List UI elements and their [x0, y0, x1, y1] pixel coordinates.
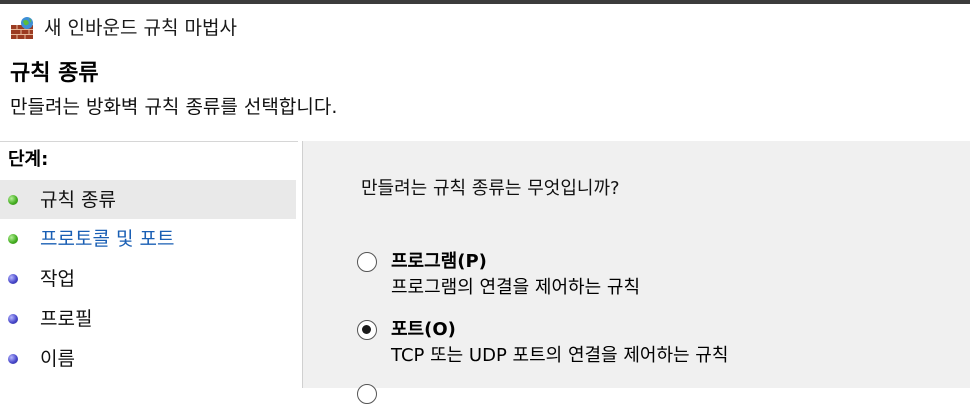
firewall-icon: [10, 16, 36, 40]
option-description: 프로그램의 연결을 제어하는 규칙: [391, 277, 641, 298]
step-rule-type[interactable]: 규칙 종류: [0, 180, 296, 219]
steps-sidebar: 단계: 규칙 종류 프로토콜 및 포트 작업 프로필 이름: [0, 141, 298, 389]
step-action: 작업: [0, 259, 296, 299]
rule-type-question: 만들려는 규칙 종류는 무엇입니까?: [361, 178, 620, 199]
step-pending-bullet-icon: [8, 314, 18, 324]
window-title: 새 인바운드 규칙 마법사: [44, 17, 237, 39]
wizard-header: 규칙 종류 만들려는 방화벽 규칙 종류를 선택합니다.: [0, 46, 970, 141]
step-label: 이름: [40, 348, 75, 370]
step-complete-bullet-icon: [8, 234, 18, 244]
steps-list: 규칙 종류 프로토콜 및 포트 작업 프로필 이름: [0, 180, 296, 379]
page-title: 규칙 종류: [10, 61, 99, 86]
main-content-panel: 만들려는 규칙 종류는 무엇입니까? 프로그램(P) 프로그램의 연결을 제어하…: [302, 141, 970, 404]
step-label: 작업: [40, 268, 75, 290]
predefined-radio-button[interactable]: [357, 384, 377, 404]
step-label: 규칙 종류: [40, 189, 116, 211]
option-title[interactable]: 포트(O): [391, 318, 456, 342]
option-description: TCP 또는 UDP 포트의 연결을 제어하는 규칙: [391, 345, 729, 366]
step-complete-bullet-icon: [8, 195, 18, 205]
step-name: 이름: [0, 339, 296, 379]
step-pending-bullet-icon: [8, 354, 18, 364]
step-profile: 프로필: [0, 299, 296, 339]
step-label[interactable]: 프로토콜 및 포트: [40, 226, 174, 252]
program-radio-button[interactable]: [357, 252, 377, 272]
page-description: 만들려는 방화벽 규칙 종류를 선택합니다.: [10, 96, 338, 118]
port-radio-button[interactable]: [357, 320, 377, 340]
step-protocol-and-ports[interactable]: 프로토콜 및 포트: [0, 219, 296, 259]
option-title[interactable]: 프로그램(P): [391, 250, 487, 274]
title-bar: 새 인바운드 규칙 마법사: [0, 4, 970, 46]
radio-selected-dot: [362, 325, 371, 334]
steps-heading: 단계:: [8, 149, 49, 170]
step-pending-bullet-icon: [8, 274, 18, 284]
step-label: 프로필: [40, 308, 93, 330]
